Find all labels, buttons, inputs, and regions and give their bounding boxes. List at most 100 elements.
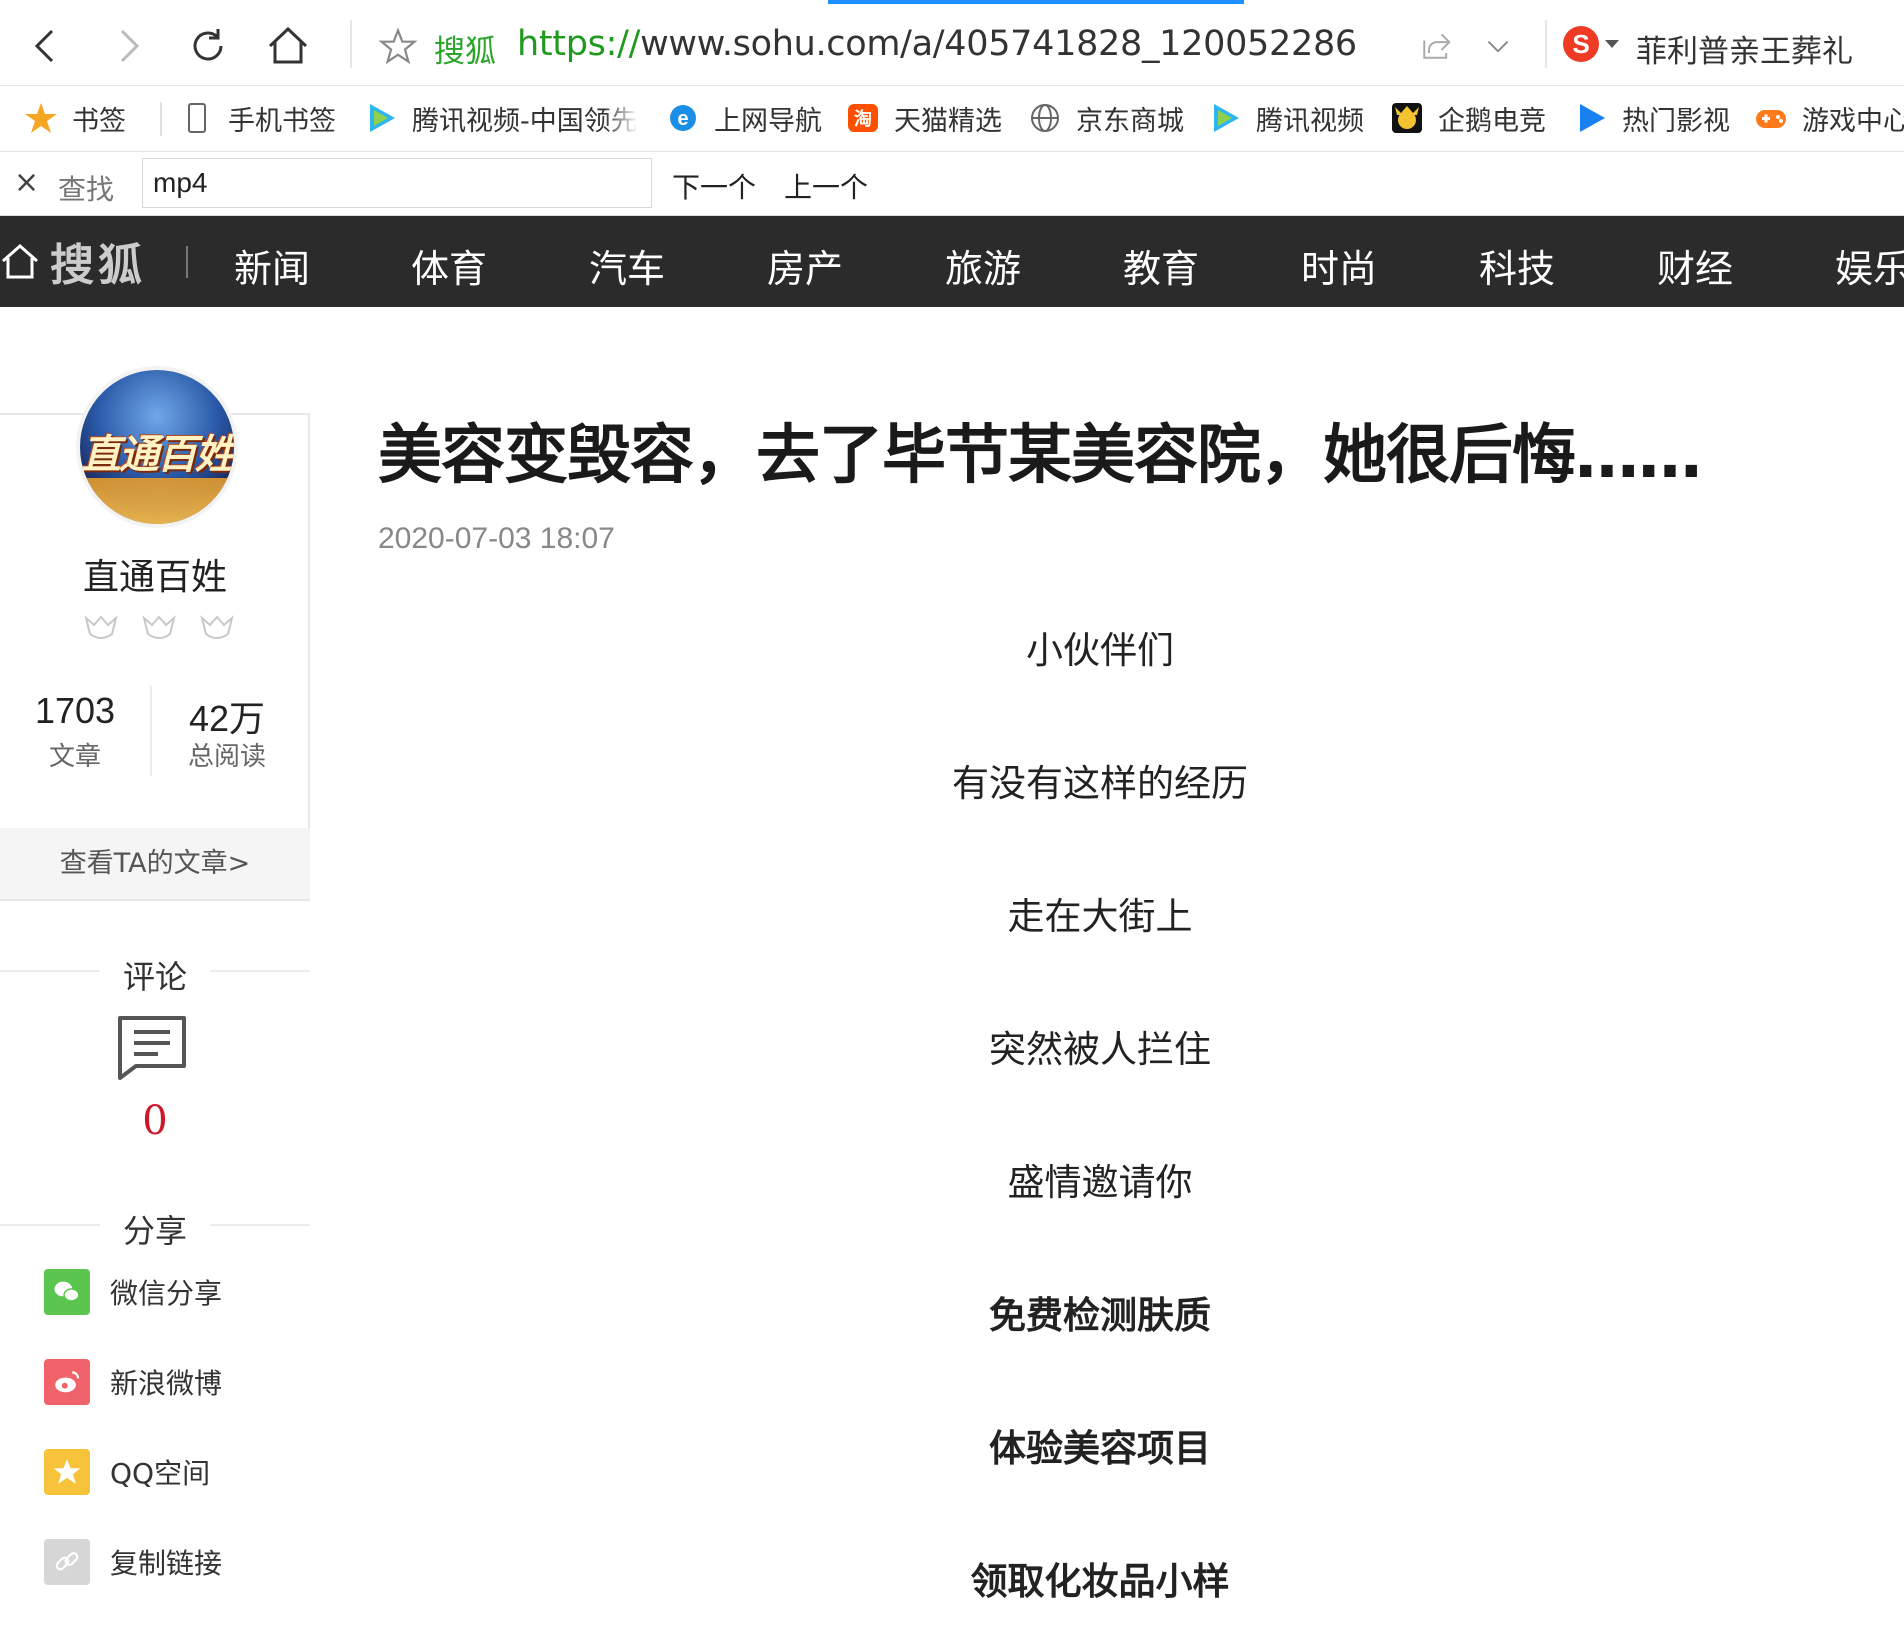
play-icon [1574, 101, 1608, 135]
bookmark-item[interactable]: 热门影视 [1574, 96, 1744, 140]
nav-item-sports[interactable]: 体育 [411, 238, 487, 293]
toolbar-divider [1545, 20, 1547, 68]
nav-item-realestate[interactable]: 房产 [767, 238, 843, 293]
home-icon [2, 243, 38, 279]
nav-item-finance[interactable]: 财经 [1657, 238, 1733, 293]
comment-count[interactable]: 0 [0, 1098, 310, 1144]
nav-item-education[interactable]: 教育 [1123, 238, 1199, 293]
comments-title: 评论 [122, 958, 187, 996]
avatar-band [80, 478, 234, 524]
url-path: www.sohu.com/a/405741828_120052286 [640, 24, 1357, 64]
browser-toolbar: 搜狐 https://www.sohu.com/a/405741828_1200… [0, 0, 1904, 86]
svg-text:淘: 淘 [854, 108, 872, 130]
bookmark-item[interactable]: 京东商城 [1028, 96, 1198, 140]
bookmark-item[interactable]: 游戏中心 [1754, 96, 1904, 140]
bookmark-item[interactable]: 腾讯视频 [1208, 96, 1378, 140]
bookmark-label: 上网导航 [714, 105, 822, 137]
bookmark-label: 游戏中心 [1802, 105, 1904, 137]
share-page-button[interactable] [1408, 18, 1464, 74]
share-label: QQ空间 [110, 1457, 211, 1490]
url-dropdown-button[interactable] [1470, 18, 1526, 74]
star-outline-icon [378, 27, 418, 65]
ie-icon: e [666, 101, 700, 135]
fox-badge-icon [142, 615, 176, 639]
reads-count: 42万 [188, 698, 266, 739]
comment-icon[interactable] [116, 1014, 188, 1082]
article-title: 美容变毁容，去了毕节某美容院，她很后悔…… [378, 419, 1702, 493]
bookmark-item[interactable]: 手机书签 [180, 96, 350, 140]
articles-label: 文章 [48, 742, 101, 772]
site-logo[interactable]: 搜狐 [0, 232, 146, 291]
find-prev-button[interactable]: 上一个 [784, 166, 868, 206]
article-paragraph: 走在大街上 [1007, 895, 1193, 938]
forward-arrow-icon [120, 29, 140, 63]
nav-item-entertainment[interactable]: 娱乐 [1835, 238, 1904, 293]
article-paragraph: 有没有这样的经历 [952, 762, 1248, 805]
view-author-articles-link[interactable]: 查看TA的文章> [0, 828, 310, 899]
bookmark-label: 书签 [72, 105, 126, 137]
bookmark-item[interactable]: 腾讯视频-中国领先 [364, 96, 636, 140]
author-name[interactable]: 直通百姓 [0, 548, 310, 600]
nav-item-tech[interactable]: 科技 [1479, 238, 1555, 293]
share-weibo-button[interactable]: 新浪微博 [44, 1358, 222, 1406]
back-button[interactable] [18, 18, 74, 74]
hot-search-term[interactable]: 菲利普亲王葬礼 [1636, 26, 1853, 71]
bookmark-item[interactable]: 淘 天猫精选 [846, 96, 1016, 140]
chevron-down-icon [1487, 40, 1509, 53]
bookmark-item[interactable]: 书签 [24, 96, 144, 140]
share-out-icon [1423, 33, 1451, 59]
articles-count: 1703 [34, 690, 116, 731]
bookmark-divider [160, 102, 162, 136]
link-icon [44, 1539, 90, 1585]
article-paragraph: 体验美容项目 [989, 1427, 1211, 1470]
taobao-icon: 淘 [846, 101, 880, 135]
bookmark-label: 手机书签 [228, 105, 336, 137]
qzone-icon [44, 1449, 90, 1495]
search-engine-caret-icon[interactable] [1605, 40, 1619, 48]
nav-item-auto[interactable]: 汽车 [589, 238, 665, 293]
find-next-button[interactable]: 下一个 [672, 166, 756, 206]
nav-item-travel[interactable]: 旅游 [945, 238, 1021, 293]
home-icon [268, 26, 308, 64]
article-time: 2020-07-03 18:07 [378, 522, 615, 555]
share-wechat-button[interactable]: 微信分享 [44, 1268, 222, 1316]
forward-button[interactable] [100, 18, 156, 74]
url-field[interactable]: https://www.sohu.com/a/405741828_1200522… [517, 24, 1357, 64]
bookmark-label: 腾讯视频 [1256, 105, 1364, 137]
reload-button[interactable] [180, 18, 236, 74]
share-label: 微信分享 [110, 1277, 223, 1310]
fox-badge-icon [200, 615, 234, 639]
fox-badge-icon [84, 615, 118, 639]
bookmark-label: 热门影视 [1622, 105, 1730, 137]
url-protocol: https:// [517, 24, 641, 64]
copy-link-button[interactable]: 复制链接 [44, 1538, 222, 1586]
favorite-star-button[interactable] [370, 18, 426, 74]
avatar[interactable]: 直通百姓 [76, 366, 238, 528]
bookmark-item[interactable]: e 上网导航 [666, 96, 836, 140]
share-qzone-button[interactable]: QQ空间 [44, 1448, 210, 1496]
weibo-icon [44, 1359, 90, 1405]
bookmark-item[interactable]: 企鹅电竞 [1390, 96, 1560, 140]
find-close-icon[interactable]: × [14, 166, 39, 200]
article-paragraph: 领取化妆品小样 [970, 1560, 1230, 1603]
share-title: 分享 [122, 1212, 187, 1250]
author-badges [84, 614, 234, 642]
bookmark-label: 腾讯视频-中国领先 [412, 105, 636, 137]
phone-icon [180, 101, 214, 135]
article-paragraph: 免费检测肤质 [989, 1294, 1211, 1337]
home-button[interactable] [260, 18, 316, 74]
find-label: 查找 [58, 173, 115, 206]
share-label: 复制链接 [110, 1547, 223, 1580]
reload-icon [193, 29, 223, 61]
gamepad-icon [1754, 101, 1788, 135]
find-input[interactable] [142, 158, 652, 208]
share-label: 新浪微博 [110, 1367, 223, 1400]
tencent-video-icon [1208, 101, 1242, 135]
nav-item-fashion[interactable]: 时尚 [1301, 238, 1377, 293]
nav-item-news[interactable]: 新闻 [234, 238, 310, 293]
site-identity-label: 搜狐 [434, 34, 496, 70]
star-icon [24, 101, 58, 135]
bookmark-label: 企鹅电竞 [1438, 105, 1546, 137]
sogou-search-icon[interactable]: S [1563, 26, 1599, 62]
toolbar-divider [350, 20, 352, 68]
